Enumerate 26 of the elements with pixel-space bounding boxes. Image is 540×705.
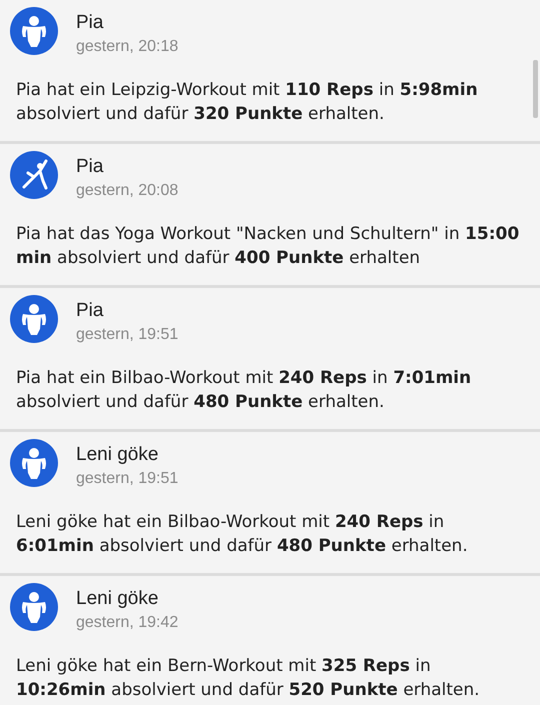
feed-card[interactable]: Leni göke gestern, 19:51 Leni göke hat ein Bilbao-Workout mit 240 Reps in 6:01min absolviert und dafür 480 Punkte erhalten. <box>0 432 540 573</box>
yoga-avatar-icon <box>10 151 58 199</box>
activity-message: Leni göke hat ein Bern-Workout mit 325 Reps in 10:26min absolviert und dafür 520 Punkte erhalten. <box>16 655 481 702</box>
feed-card[interactable]: Pia gestern, 19:51 Pia hat ein Bilbao-Workout mit 240 Reps in 7:01min absolviert und dafür 480 Punkte erhalten. <box>0 288 540 429</box>
timestamp: gestern, 20:18 <box>76 37 178 57</box>
timestamp: gestern, 19:42 <box>76 613 178 633</box>
user-name: Leni göke <box>76 444 160 466</box>
torso-avatar-icon <box>10 439 58 487</box>
torso-avatar-icon <box>10 7 58 55</box>
activity-message: Pia hat das Yoga Workout "Nacken und Schultern" in 15:00 min absolviert und dafür 400 Punkte erhalten <box>16 223 520 270</box>
timestamp: gestern, 20:08 <box>76 181 178 201</box>
timestamp: gestern, 19:51 <box>76 469 178 489</box>
scrollbar[interactable] <box>533 60 538 118</box>
activity-message: Pia hat ein Leipzig-Workout mit 110 Reps in 5:98min absolviert und dafür 320 Punkte erhalten. <box>16 79 479 126</box>
user-name: Leni göke <box>76 588 160 610</box>
feed-card[interactable]: Pia gestern, 20:18 Pia hat ein Leipzig-Workout mit 110 Reps in 5:98min absolviert und dafür 320 Punkte erhalten. <box>0 0 540 141</box>
user-name: Pia <box>76 300 104 322</box>
feed-card[interactable]: Leni göke gestern, 19:42 Leni göke hat ein Bern-Workout mit 325 Reps in 10:26min absolviert und dafür 520 Punkte erhalten. <box>0 576 540 705</box>
torso-avatar-icon <box>10 295 58 343</box>
user-name: Pia <box>76 156 104 178</box>
feed-card[interactable]: Pia gestern, 20:08 Pia hat das Yoga Workout "Nacken und Schultern" in 15:00 min absolviert und dafür 400 Punkte erhalten <box>0 144 540 285</box>
timestamp: gestern, 19:51 <box>76 325 178 345</box>
activity-message: Leni göke hat ein Bilbao-Workout mit 240 Reps in 6:01min absolviert und dafür 480 Punkte erhalten. <box>16 511 469 558</box>
torso-avatar-icon <box>10 583 58 631</box>
activity-message: Pia hat ein Bilbao-Workout mit 240 Reps in 7:01min absolviert und dafür 480 Punkte erhalten. <box>16 367 472 414</box>
user-name: Pia <box>76 12 104 34</box>
